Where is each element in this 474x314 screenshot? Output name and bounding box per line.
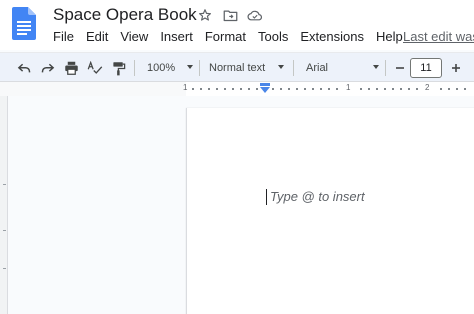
redo-icon[interactable]: [38, 59, 56, 77]
ruler-tick: [328, 88, 330, 90]
ruler-tick: [288, 88, 290, 90]
horizontal-ruler[interactable]: 1 1 2: [0, 82, 474, 96]
ruler-tick: [304, 88, 306, 90]
ruler-page-strip: [186, 82, 474, 96]
ruler-tick: [464, 88, 466, 90]
vertical-ruler: [0, 96, 8, 314]
menu-edit[interactable]: Edit: [80, 28, 114, 46]
ruler-tick: [376, 88, 378, 90]
menu-bar: File Edit View Insert Format Tools Exten…: [47, 28, 409, 46]
ruler-tick: [312, 88, 314, 90]
ruler-tick: [392, 88, 394, 90]
ruler-tick: [232, 88, 234, 90]
docs-window: Space Opera Book File Edit View Insert F…: [0, 0, 474, 314]
ruler-tick: [416, 88, 418, 90]
toolbar: 100% Normal text Arial 11: [0, 52, 474, 82]
ruler-tick: [296, 88, 298, 90]
style-caret-icon: [278, 65, 284, 69]
paragraph-style-select[interactable]: Normal text: [209, 59, 265, 77]
ruler-tick: [336, 88, 338, 90]
vertical-ruler-tick: [3, 230, 6, 231]
move-to-folder-icon[interactable]: [221, 6, 239, 24]
ruler-tick: [208, 88, 210, 90]
ruler-tick: [448, 88, 450, 90]
zoom-select[interactable]: 100%: [147, 59, 175, 77]
title-bar: Space Opera Book File Edit View Insert F…: [0, 0, 474, 50]
font-caret-icon: [373, 65, 379, 69]
ruler-tick: [216, 88, 218, 90]
ruler-tick: [368, 88, 370, 90]
toolbar-separator: [385, 60, 386, 76]
ruler-tick: [320, 88, 322, 90]
ruler-tick: [248, 88, 250, 90]
ruler-tick: [256, 88, 258, 90]
font-size-input[interactable]: 11: [410, 58, 442, 78]
ruler-tick: [192, 88, 194, 90]
menu-extensions[interactable]: Extensions: [294, 28, 370, 46]
ruler-tick: [456, 88, 458, 90]
cloud-saved-icon[interactable]: [246, 6, 264, 24]
ruler-label: 2: [425, 83, 430, 92]
ruler-label: 1: [346, 83, 351, 92]
decrease-font-size-icon[interactable]: [391, 59, 409, 77]
menu-tools[interactable]: Tools: [252, 28, 294, 46]
paint-format-icon[interactable]: [110, 59, 128, 77]
undo-icon[interactable]: [15, 59, 33, 77]
menu-insert[interactable]: Insert: [154, 28, 199, 46]
ruler-tick: [272, 88, 274, 90]
document-page[interactable]: [186, 108, 474, 314]
vertical-ruler-tick: [3, 268, 6, 269]
last-edit-link[interactable]: Last edit was: [403, 28, 474, 46]
menu-file[interactable]: File: [47, 28, 80, 46]
text-cursor: [266, 189, 267, 205]
ruler-tick: [408, 88, 410, 90]
ruler-tick: [240, 88, 242, 90]
ruler-tick: [224, 88, 226, 90]
editor-placeholder: Type @ to insert: [270, 189, 365, 204]
menu-format[interactable]: Format: [199, 28, 252, 46]
docs-logo-icon[interactable]: [12, 7, 36, 40]
indent-marker-icon[interactable]: [259, 83, 271, 93]
ruler-tick: [280, 88, 282, 90]
toolbar-separator: [134, 60, 135, 76]
ruler-tick: [440, 88, 442, 90]
menu-view[interactable]: View: [114, 28, 154, 46]
vertical-ruler-tick: [3, 184, 6, 185]
ruler-tick: [200, 88, 202, 90]
toolbar-separator: [293, 60, 294, 76]
spellcheck-icon[interactable]: [86, 59, 104, 77]
ruler-tick: [360, 88, 362, 90]
toolbar-separator: [199, 60, 200, 76]
document-title[interactable]: Space Opera Book: [53, 5, 197, 25]
ruler-tick: [400, 88, 402, 90]
star-icon[interactable]: [196, 6, 214, 24]
increase-font-size-icon[interactable]: [447, 59, 465, 77]
zoom-caret-icon: [187, 65, 193, 69]
font-select[interactable]: Arial: [306, 59, 328, 77]
ruler-tick: [384, 88, 386, 90]
print-icon[interactable]: [62, 59, 80, 77]
ruler-label: 1: [183, 83, 188, 92]
